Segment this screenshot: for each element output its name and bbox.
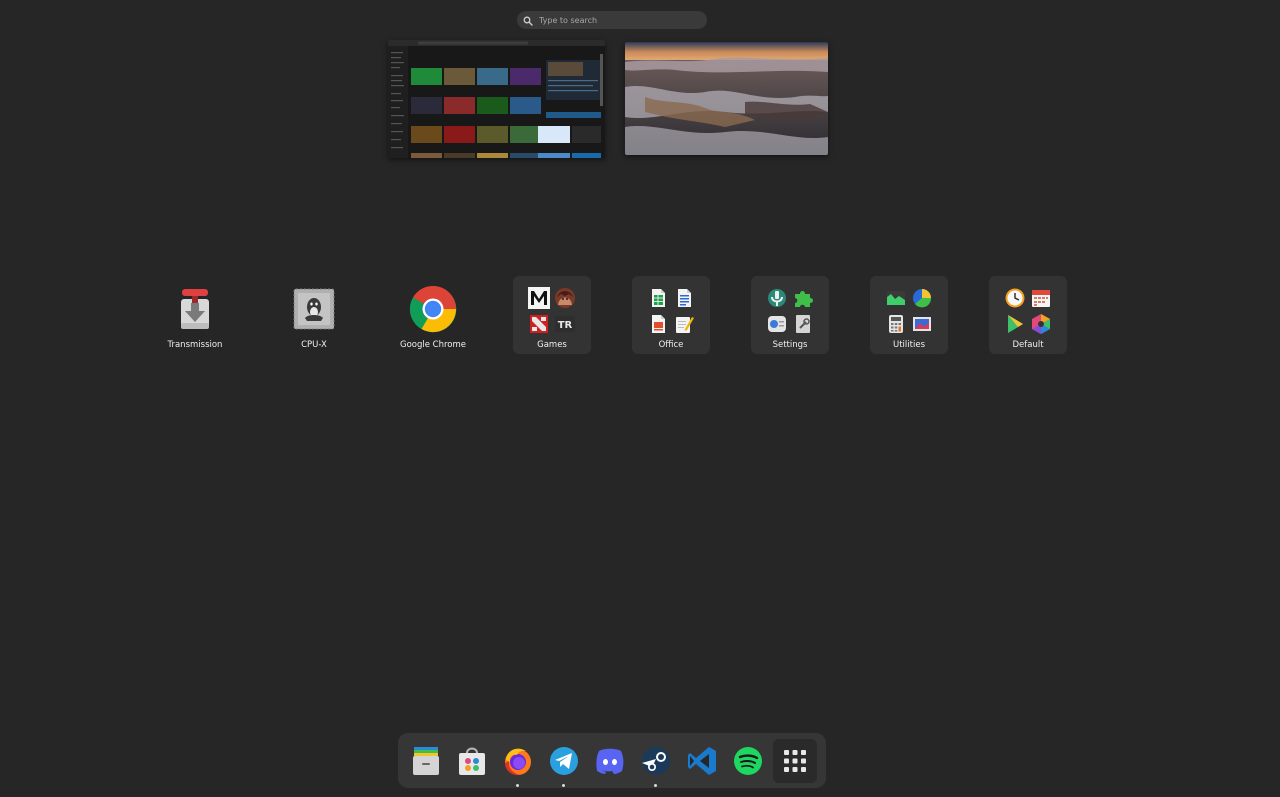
- dota2-icon: [526, 311, 552, 337]
- app-transmission[interactable]: Transmission: [156, 276, 234, 354]
- google-chrome-icon: [409, 285, 457, 333]
- image-viewer-icon: [909, 311, 935, 337]
- dock-discord[interactable]: [588, 739, 632, 783]
- note-editor-icon: [671, 311, 697, 337]
- discord-icon: [596, 748, 624, 774]
- app-grid-icon: [784, 750, 806, 772]
- hex-app-icon: [1028, 311, 1054, 337]
- dock-spotify[interactable]: [726, 739, 770, 783]
- dock-software-store[interactable]: [450, 739, 494, 783]
- dock-telegram[interactable]: [542, 739, 586, 787]
- dock-files[interactable]: [404, 739, 448, 783]
- firefox-icon: [505, 748, 531, 776]
- workspace-thumbnail-1[interactable]: [388, 40, 605, 158]
- dock: [398, 733, 826, 788]
- search-bar[interactable]: [517, 11, 707, 29]
- running-indicator: [654, 784, 657, 787]
- dock-vscode[interactable]: [680, 739, 724, 783]
- software-store-icon: [459, 747, 485, 775]
- steam-icon: [642, 747, 670, 775]
- dock-steam[interactable]: [634, 739, 678, 787]
- files-icon: [413, 747, 439, 775]
- folder-default[interactable]: Default: [989, 276, 1067, 354]
- folder-label: Office: [658, 340, 684, 350]
- spreadsheet-icon: [645, 285, 671, 311]
- play-store-icon: [1002, 311, 1028, 337]
- folder-label: Games: [537, 340, 567, 350]
- presentation-icon: [645, 311, 671, 337]
- running-indicator: [562, 784, 565, 787]
- folder-office[interactable]: Office: [632, 276, 710, 354]
- disk-usage-icon: [909, 285, 935, 311]
- calendar-icon: [1028, 285, 1054, 311]
- app-label: CPU-X: [301, 340, 327, 350]
- tweaks-icon: [764, 285, 790, 311]
- wallpaper-thumbnail: [625, 42, 828, 155]
- system-monitor-icon: [883, 285, 909, 311]
- tomb-raider-icon: TR: [552, 311, 578, 337]
- transmission-icon: [171, 285, 219, 333]
- game-character-icon: [552, 285, 578, 311]
- folder-games[interactable]: TR Games: [513, 276, 591, 354]
- clock-icon: [1002, 285, 1028, 311]
- running-indicator: [516, 784, 519, 787]
- folder-settings[interactable]: Settings: [751, 276, 829, 354]
- system-tools-icon: [790, 311, 816, 337]
- app-label: Google Chrome: [399, 340, 467, 350]
- extensions-icon: [790, 285, 816, 311]
- mafia-icon: [526, 285, 552, 311]
- search-icon: [523, 11, 533, 30]
- search-input[interactable]: [539, 15, 699, 25]
- browser-window-thumbnail: [388, 40, 605, 158]
- svg-text:TR: TR: [558, 320, 573, 331]
- dock-show-apps[interactable]: [773, 739, 817, 783]
- system-settings-icon: [764, 311, 790, 337]
- workspace-thumbnail-2[interactable]: [625, 42, 828, 155]
- vscode-icon: [688, 747, 716, 775]
- calculator-icon: [883, 311, 909, 337]
- overview: Transmission CPU-X: [0, 0, 1280, 797]
- folder-label: Default: [1012, 340, 1044, 350]
- folder-label: Settings: [772, 340, 808, 350]
- app-cpu-x[interactable]: CPU-X: [275, 276, 353, 354]
- app-google-chrome[interactable]: Google Chrome: [394, 276, 472, 354]
- folder-label: Utilities: [893, 340, 925, 350]
- folder-utilities[interactable]: Utilities: [870, 276, 948, 354]
- telegram-icon: [550, 747, 578, 775]
- spotify-icon: [734, 747, 762, 775]
- dock-firefox[interactable]: [496, 739, 540, 787]
- text-document-icon: [671, 285, 697, 311]
- cpu-x-icon: [290, 285, 338, 333]
- app-label: Transmission: [167, 340, 223, 350]
